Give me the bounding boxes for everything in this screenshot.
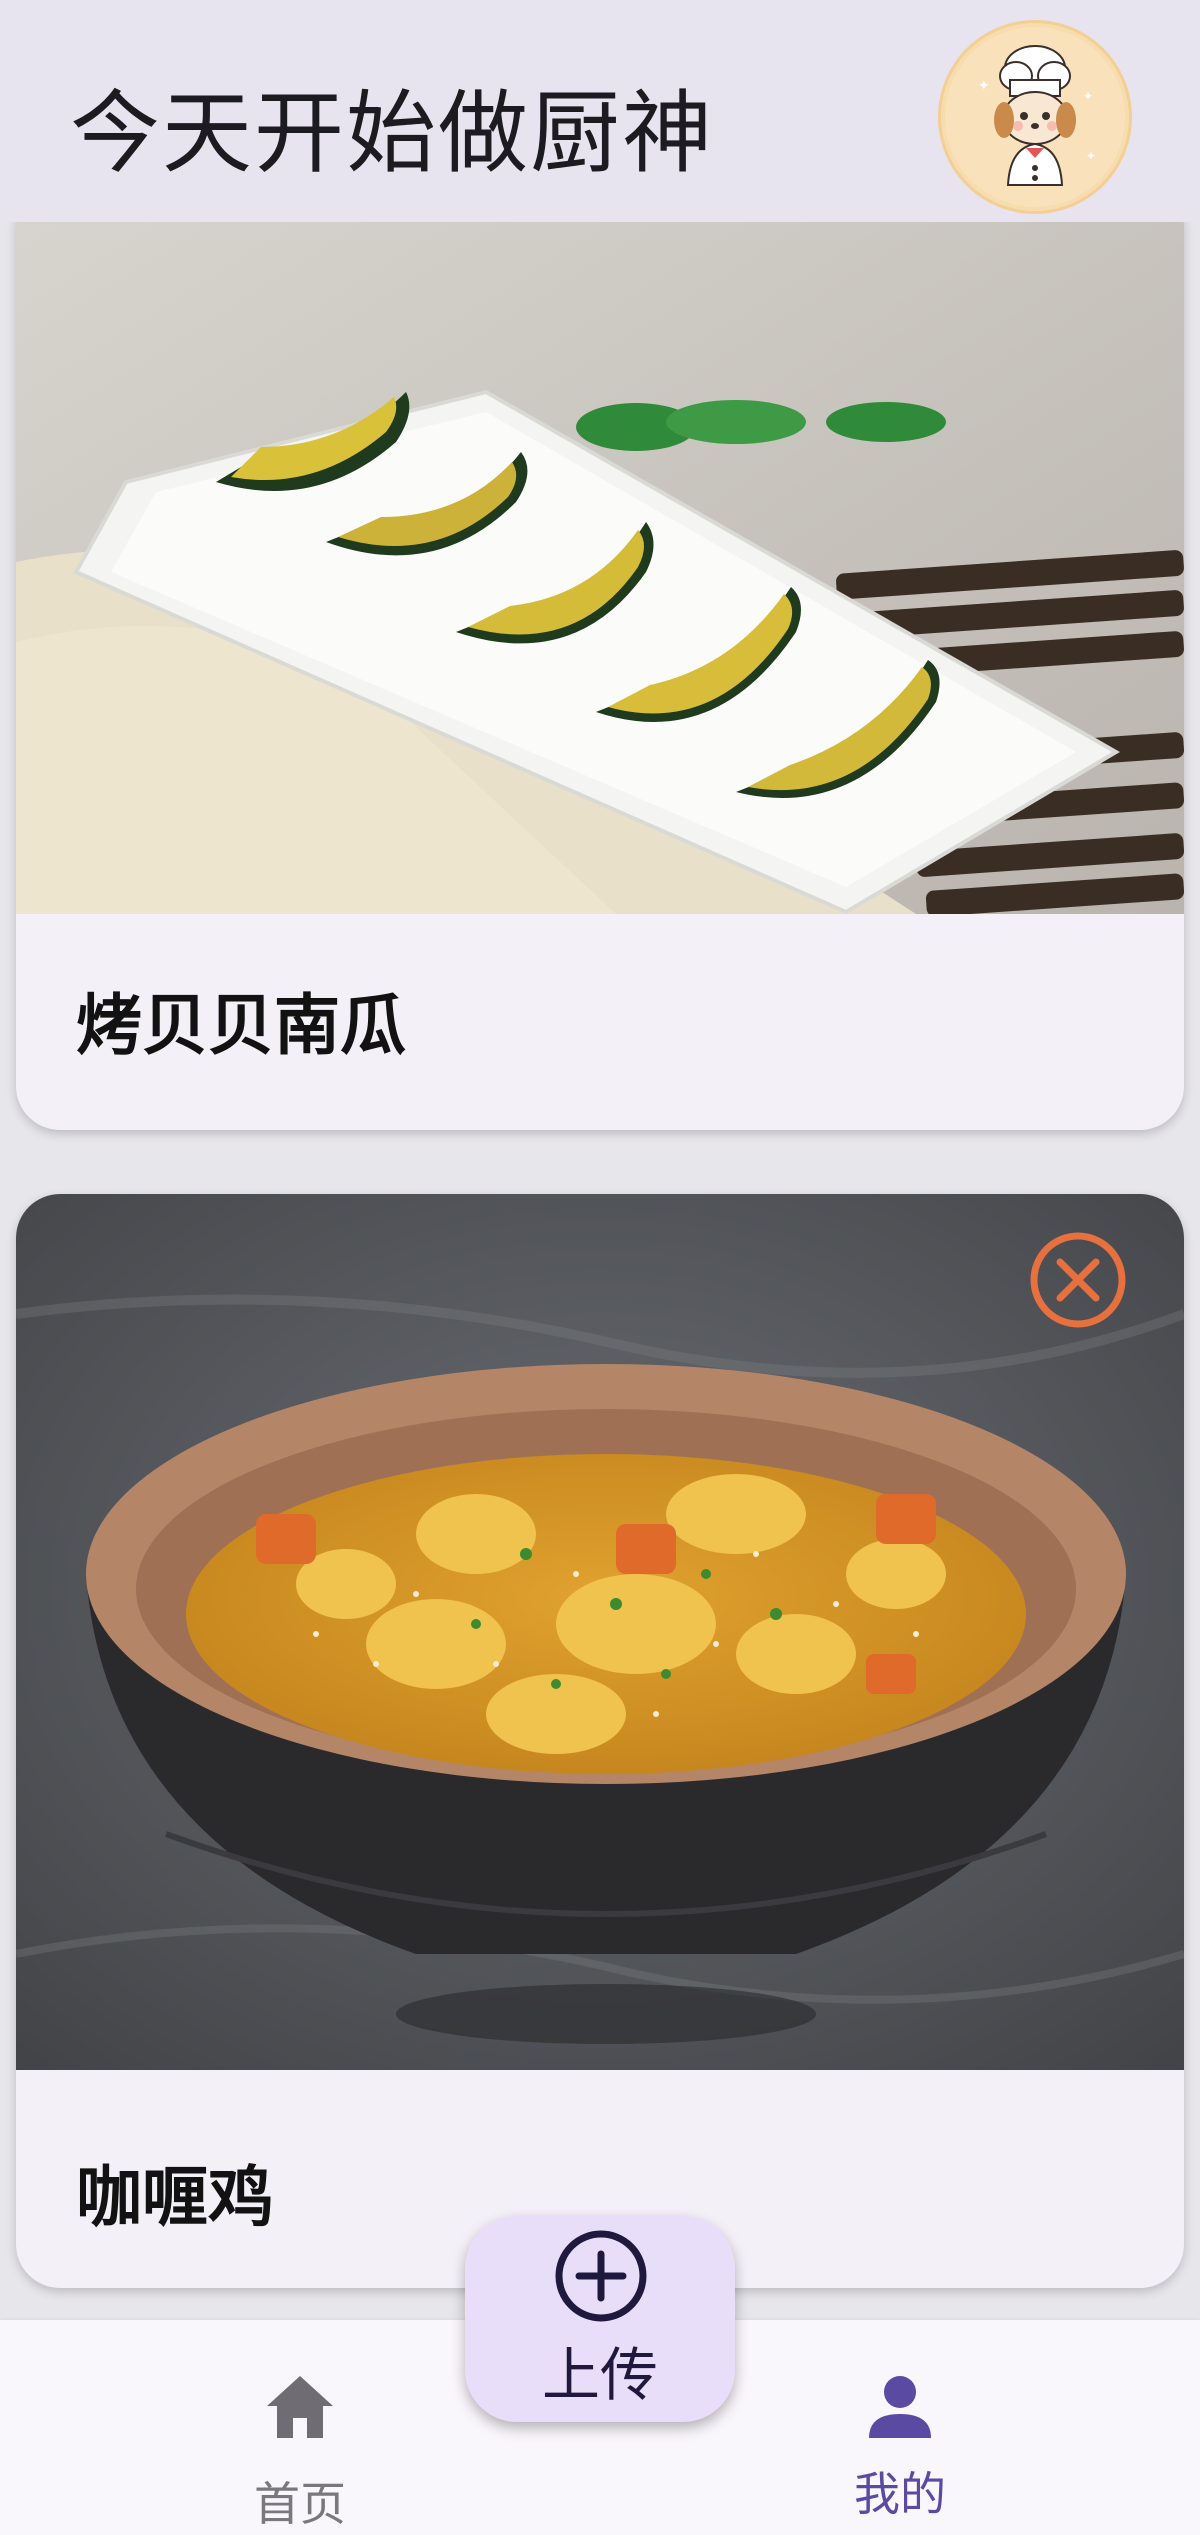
chef-avatar-icon[interactable]: ✦ ✦ ✦ [938,20,1132,214]
nav-item-home[interactable]: 首页 [180,2350,420,2531]
app-header: 今天开始做厨神 ✦ ✦ ✦ [0,0,1200,222]
curry-chicken-photo [16,1194,1184,2070]
recipe-title: 咖喱鸡 [76,2159,274,2236]
nav-item-mine[interactable]: 我的 [780,2350,1020,2521]
roasted-pumpkin-photo [16,222,1184,914]
svg-text:✦: ✦ [978,78,990,94]
recipe-card[interactable]: 咖喱鸡 [16,1194,1184,2288]
nav-label-mine: 我的 [854,2467,946,2521]
upload-button[interactable]: 上传 [465,2216,735,2422]
nav-label-home: 首页 [254,2477,346,2531]
recipe-feed[interactable]: 烤贝贝南瓜 咖喱鸡 [0,222,1200,2320]
app-title: 今天开始做厨神 [70,81,714,186]
recipe-title: 烤贝贝南瓜 [76,987,406,1064]
close-circle-icon[interactable] [1028,1230,1128,1330]
home-icon [263,2370,337,2444]
person-icon [863,2370,937,2444]
plus-circle-icon [553,2228,649,2324]
upload-label: 上传 [541,2341,658,2409]
svg-text:✦: ✦ [1083,89,1093,103]
recipe-card[interactable]: 烤贝贝南瓜 [16,222,1184,1130]
svg-text:✦: ✦ [1086,149,1096,163]
